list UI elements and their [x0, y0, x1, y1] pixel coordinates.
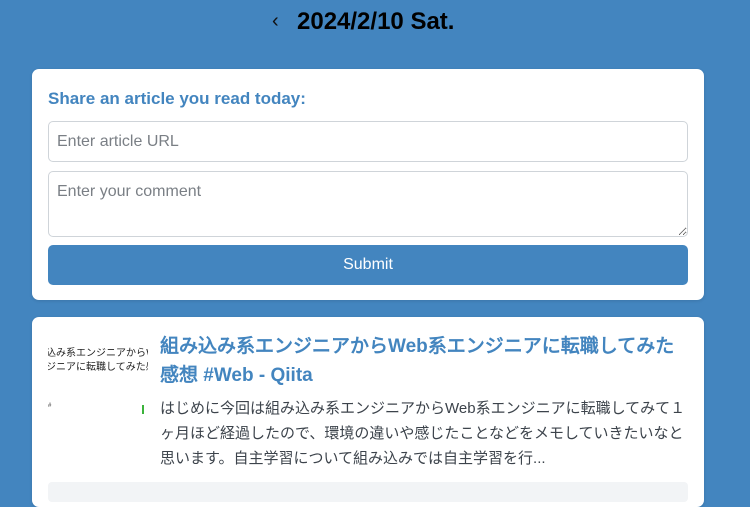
form-title: Share an article you read today: [48, 89, 306, 108]
thumbnail-text-line-2: ジニアに転職してみた感想 [48, 362, 148, 373]
thumbnail-text-line-1: 込み系エンジニアからWe [48, 348, 148, 359]
thumbnail-accent-bar [142, 405, 144, 414]
thumbnail-hashtag: # [48, 403, 52, 409]
article-comment-area [48, 482, 688, 502]
comment-input[interactable] [48, 171, 688, 237]
chevron-left-icon[interactable]: ‹ [272, 10, 279, 32]
article-card: 込み系エンジニアからWe ジニアに転職してみた感想 # 組み込み系エンジニアから… [32, 317, 704, 507]
share-article-form: Share an article you read today: Submit [32, 69, 704, 300]
article-title-link[interactable]: 組み込み系エンジニアからWeb系エンジニアに転職してみた感想 #Web - Qi… [160, 332, 690, 390]
article-url-input[interactable] [48, 121, 688, 162]
header: ‹ 2024/2/10 Sat. [0, 0, 750, 44]
submit-button[interactable]: Submit [48, 245, 688, 285]
article-description: はじめに今回は組み込み系エンジニアからWeb系エンジニアに転職してみて１ヶ月ほど… [160, 400, 686, 467]
article-thumbnail[interactable]: 込み系エンジニアからWe ジニアに転職してみた感想 # [48, 347, 148, 419]
page-title: 2024/2/10 Sat. [297, 8, 455, 35]
